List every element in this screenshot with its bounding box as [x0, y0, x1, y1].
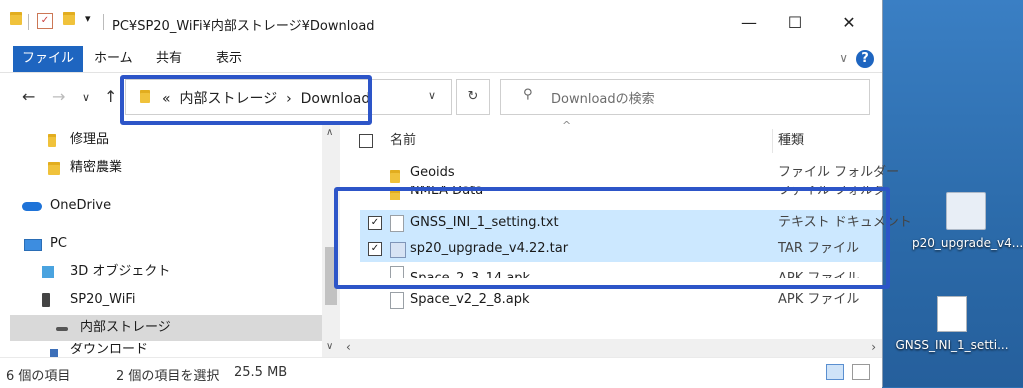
- folder-icon: [48, 162, 60, 175]
- desktop-icon-gnss[interactable]: GNSS_INI_1_setti...: [882, 296, 1022, 352]
- search-input[interactable]: Downloadの検索: [551, 88, 655, 107]
- quick-access-dropdown-icon[interactable]: ▾: [85, 12, 91, 32]
- scroll-down-icon[interactable]: ∨: [326, 341, 333, 352]
- new-folder-icon[interactable]: [63, 12, 75, 32]
- scroll-right-icon[interactable]: ›: [871, 340, 876, 354]
- tree-item-label: 修理品: [70, 132, 110, 147]
- sort-ascending-icon: ^: [562, 119, 572, 132]
- tree-item-3d-objects[interactable]: 3D オブジェクト: [0, 259, 322, 285]
- back-arrow-icon[interactable]: ←: [22, 87, 35, 106]
- selection-size: 25.5 MB: [234, 365, 288, 380]
- separator: [103, 14, 104, 30]
- tab-share[interactable]: 共有: [148, 46, 190, 72]
- tree-item-repairs[interactable]: 修理品: [0, 127, 322, 153]
- file-type: ファイル フォルダー: [778, 165, 900, 180]
- ribbon-tabs: ファイル ホーム 共有 表示 ∨ ?: [0, 46, 882, 73]
- file-type: APK ファイル: [778, 292, 860, 307]
- column-divider: [772, 129, 773, 153]
- device-icon: [42, 293, 50, 307]
- maximize-button[interactable]: ☐: [772, 8, 818, 38]
- search-icon: ⚲: [523, 87, 533, 102]
- up-arrow-icon[interactable]: ↑: [104, 87, 117, 106]
- download-icon: [50, 349, 58, 357]
- tree-item-label: SP20_WiFi: [70, 292, 136, 307]
- ribbon-expand-icon[interactable]: ∨: [839, 51, 848, 65]
- tree-item-sp20-wifi[interactable]: SP20_WiFi: [0, 287, 322, 313]
- search-box[interactable]: ⚲ Downloadの検索: [500, 79, 870, 115]
- details-view-icon[interactable]: [826, 364, 844, 380]
- help-icon[interactable]: ?: [856, 50, 874, 68]
- file-row[interactable]: Space_v2_2_8.apk APK ファイル: [360, 287, 882, 313]
- title-bar: ✓ ▾ PC¥SP20_WiFi¥内部ストレージ¥Download — ☐ ✕: [0, 0, 882, 46]
- tree-item-pc[interactable]: PC: [0, 231, 322, 257]
- window-title: PC¥SP20_WiFi¥内部ストレージ¥Download: [112, 19, 375, 34]
- cloud-icon: [22, 202, 42, 211]
- tree-item-downloads[interactable]: ダウンロード: [0, 343, 322, 357]
- apk-file-icon: [390, 292, 404, 319]
- pc-icon: [24, 239, 42, 251]
- status-bar: 6 個の項目 2 個の項目を選択 25.5 MB: [0, 357, 882, 388]
- navigation-pane: 修理品 精密農業 OneDrive PC 3D オブジェクト SP20_WiFi…: [0, 125, 340, 357]
- column-header-type[interactable]: 種類: [778, 125, 804, 157]
- tree-item-onedrive[interactable]: OneDrive: [0, 193, 322, 219]
- tree-item-internal-storage[interactable]: 内部ストレージ: [10, 315, 322, 341]
- tree-item-label: OneDrive: [50, 198, 112, 213]
- tab-view[interactable]: 表示: [208, 46, 250, 72]
- tab-file[interactable]: ファイル: [13, 46, 84, 72]
- 3d-objects-icon: [42, 266, 54, 278]
- minimize-button[interactable]: —: [726, 8, 772, 38]
- selection-count: 2 個の項目を選択: [116, 369, 220, 384]
- tree-item-label: 3D オブジェクト: [70, 264, 171, 279]
- tar-archive-icon: [946, 192, 986, 230]
- file-list-scrollbar[interactable]: ‹ ›: [340, 339, 882, 357]
- files-highlight-box: [334, 187, 890, 289]
- desktop-icon-label: p20_upgrade_v4...: [912, 236, 1023, 250]
- tree-item-label: 内部ストレージ: [80, 320, 171, 335]
- desktop-icon-upgrade[interactable]: p20_upgrade_v4...: [912, 192, 1023, 250]
- folder-icon: [10, 12, 22, 32]
- select-all-checkbox[interactable]: [359, 134, 373, 148]
- forward-arrow-icon[interactable]: →: [52, 87, 65, 106]
- tree-item-label: ダウンロード: [70, 343, 149, 357]
- separator: [28, 14, 29, 30]
- scroll-up-icon[interactable]: ∧: [326, 127, 333, 138]
- scroll-left-icon[interactable]: ‹: [346, 340, 351, 354]
- refresh-icon: ↻: [467, 89, 479, 104]
- explorer-window: ✓ ▾ PC¥SP20_WiFi¥内部ストレージ¥Download — ☐ ✕ …: [0, 0, 912, 388]
- file-name: Geoids: [410, 165, 455, 180]
- recent-locations-icon[interactable]: ∨: [82, 91, 90, 104]
- close-button[interactable]: ✕: [826, 8, 872, 38]
- folder-icon: [48, 134, 56, 147]
- large-icons-view-icon[interactable]: [852, 364, 870, 380]
- tree-item-label: PC: [50, 236, 67, 251]
- desktop-icon-label: GNSS_INI_1_setti...: [895, 338, 1009, 352]
- address-highlight-box: [120, 75, 372, 125]
- tab-home[interactable]: ホーム: [86, 46, 141, 72]
- tree-item-label: 精密農業: [70, 160, 123, 175]
- item-count: 6 個の項目: [6, 369, 71, 384]
- file-name: Space_v2_2_8.apk: [410, 292, 530, 307]
- column-header-name[interactable]: 名前: [390, 125, 416, 157]
- file-row[interactable]: Geoids ファイル フォルダー: [360, 160, 899, 186]
- address-dropdown-icon[interactable]: ∨: [428, 89, 436, 102]
- storage-icon: [56, 327, 68, 331]
- refresh-button[interactable]: ↻: [456, 79, 490, 115]
- properties-icon[interactable]: ✓: [37, 12, 53, 32]
- tree-item-precision-agriculture[interactable]: 精密農業: [0, 155, 322, 181]
- text-file-icon: [937, 296, 967, 332]
